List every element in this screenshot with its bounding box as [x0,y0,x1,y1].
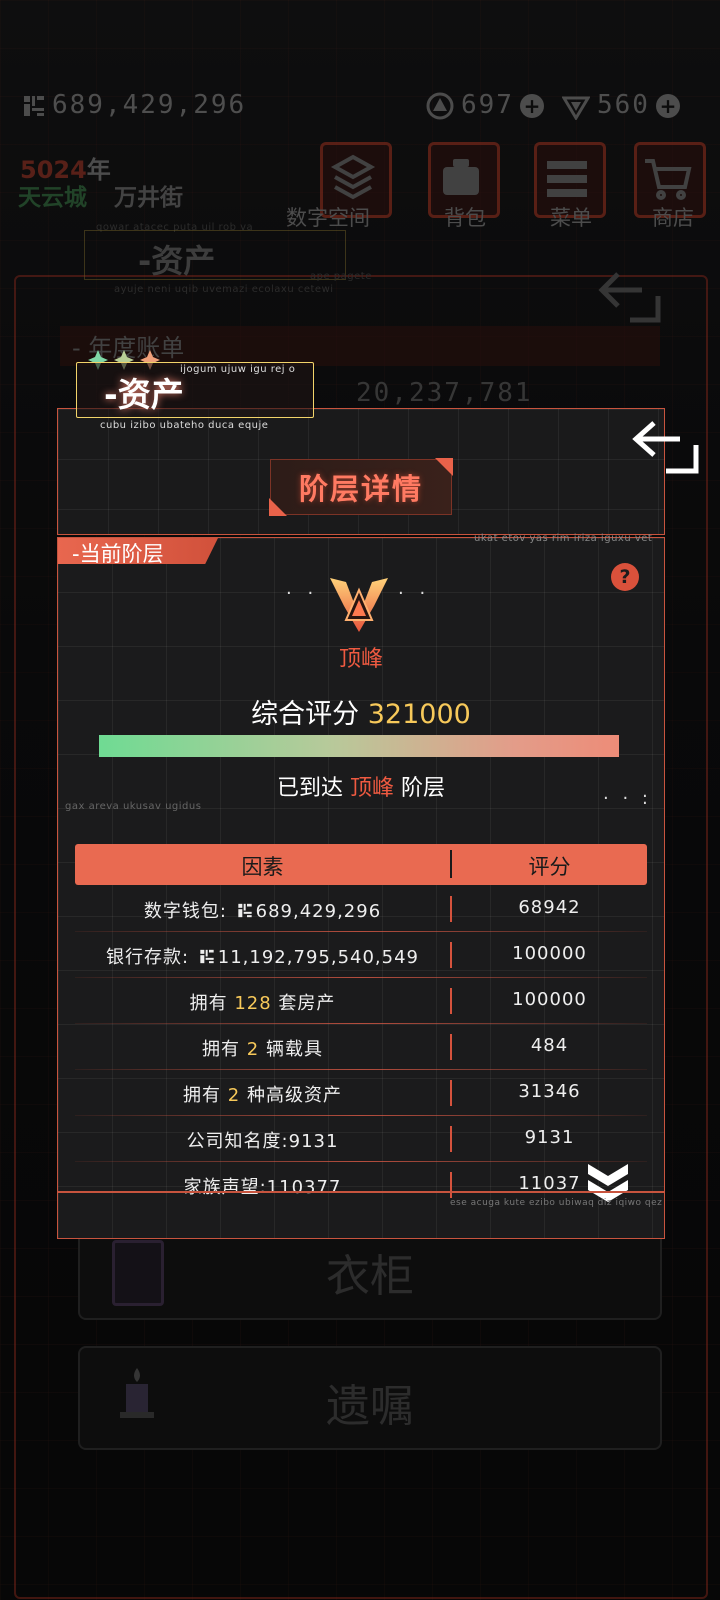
factor-text-post: 11,192,795,540,549 [217,947,419,968]
factor-text: 拥有 [202,1039,247,1060]
dots-right: · · [398,583,431,604]
reached-suffix: 阶层 [401,776,446,801]
score-value: 321000 [367,699,471,730]
factor-text: 公司知名度:9131 [186,1131,339,1152]
score-cell: 100000 [512,943,587,964]
currency-icon [234,901,256,922]
score-progress-bar [99,735,619,757]
rank-content-panel: -当前阶层 ukat etov yas rim iriza iguxu vet … [57,533,665,1239]
factor-text-post: 辆载具 [259,1039,323,1060]
factor-text: 拥有 [189,993,235,1014]
score-cell: 484 [530,1035,569,1056]
dots-left: · · [286,583,319,604]
factor-table-header: 因素 评分 [75,844,647,885]
factor-cell: 拥有 2 辆载具 [75,1035,450,1061]
left-note: gax areva ukusav ugidus [65,801,202,812]
rank-reached-line: 已到达 顶峰 阶层 [58,770,664,802]
table-row: 银行存款: 11,192,795,540,549 100000 [75,932,647,978]
factor-highlight: 128 [234,993,272,1014]
rank-emblem-icon [328,576,390,634]
score-label: 综合评分 [251,699,360,730]
score-progress-fill [99,735,619,757]
asset-tag-label: -资产 [104,375,184,414]
dots-small: · · : [603,788,652,809]
col-factor: 因素 [241,855,284,879]
factor-cell: 家族声望:110377 [75,1173,450,1199]
reached-rank: 顶峰 [349,776,394,801]
col-score: 评分 [528,855,571,879]
current-rank-label: -当前阶层 [72,542,164,566]
factor-cell: 数字钱包: 689,429,296 [75,897,450,923]
rank-name: 顶峰 [338,647,383,672]
score-cell: 9131 [524,1127,575,1148]
footer-note: ese acuga kute ezibo ubiwaq diz iqiwo qe… [450,1198,663,1208]
score-cell: 31346 [518,1081,581,1102]
table-row: 数字钱包: 689,429,296 68942 [75,886,647,932]
table-row: 公司知名度:9131 9131 [75,1116,647,1162]
back-button[interactable] [628,415,708,481]
factor-cell: 银行存款: 11,192,795,540,549 [75,943,450,969]
back-arrow-icon [632,421,699,474]
asset-tag: -资产 ijogum ujuw igu rej o cubu izibo uba… [76,350,316,431]
factor-text-post: 套房产 [271,993,336,1014]
factor-cell: 拥有 128 套房产 [75,989,450,1015]
factor-text: 数字钱包: [143,901,234,922]
currency-icon [196,947,218,968]
factor-text: 家族声望:110377 [183,1177,342,1198]
current-rank-tag: -当前阶层 [58,538,218,564]
factor-cell: 公司知名度:9131 [75,1127,450,1153]
factor-highlight: 2 [227,1085,241,1106]
corner-note: ukat etov yas rim iriza iguxu vet [474,533,653,544]
asset-tag-note-bottom: cubu izibo ubateho duca equje [100,420,269,431]
modal-title: 阶层详情 [298,472,423,506]
overall-score: 综合评分 321000 [58,692,664,731]
factor-cell: 拥有 2 种高级资产 [75,1081,450,1107]
table-row: 拥有 2 辆载具 484 [75,1024,647,1070]
help-button[interactable]: ? [611,563,639,591]
modal-title-plate: 阶层详情 [269,458,453,516]
table-row: 拥有 128 套房产 100000 [75,978,647,1024]
score-cell: 100000 [512,989,587,1010]
table-row: 拥有 2 种高级资产 31346 [75,1070,647,1116]
score-cell: 68942 [518,897,581,918]
factor-text-post: 689,429,296 [255,901,382,922]
factor-text: 拥有 [183,1085,228,1106]
factor-text-post: 种高级资产 [240,1085,342,1106]
reached-prefix: 已到达 [276,776,343,801]
factor-highlight: 2 [246,1039,260,1060]
panel-bottom-line [58,1191,664,1193]
asset-tag-note-top: ijogum ujuw igu rej o [180,364,296,375]
factor-text: 银行存款: [105,947,196,968]
